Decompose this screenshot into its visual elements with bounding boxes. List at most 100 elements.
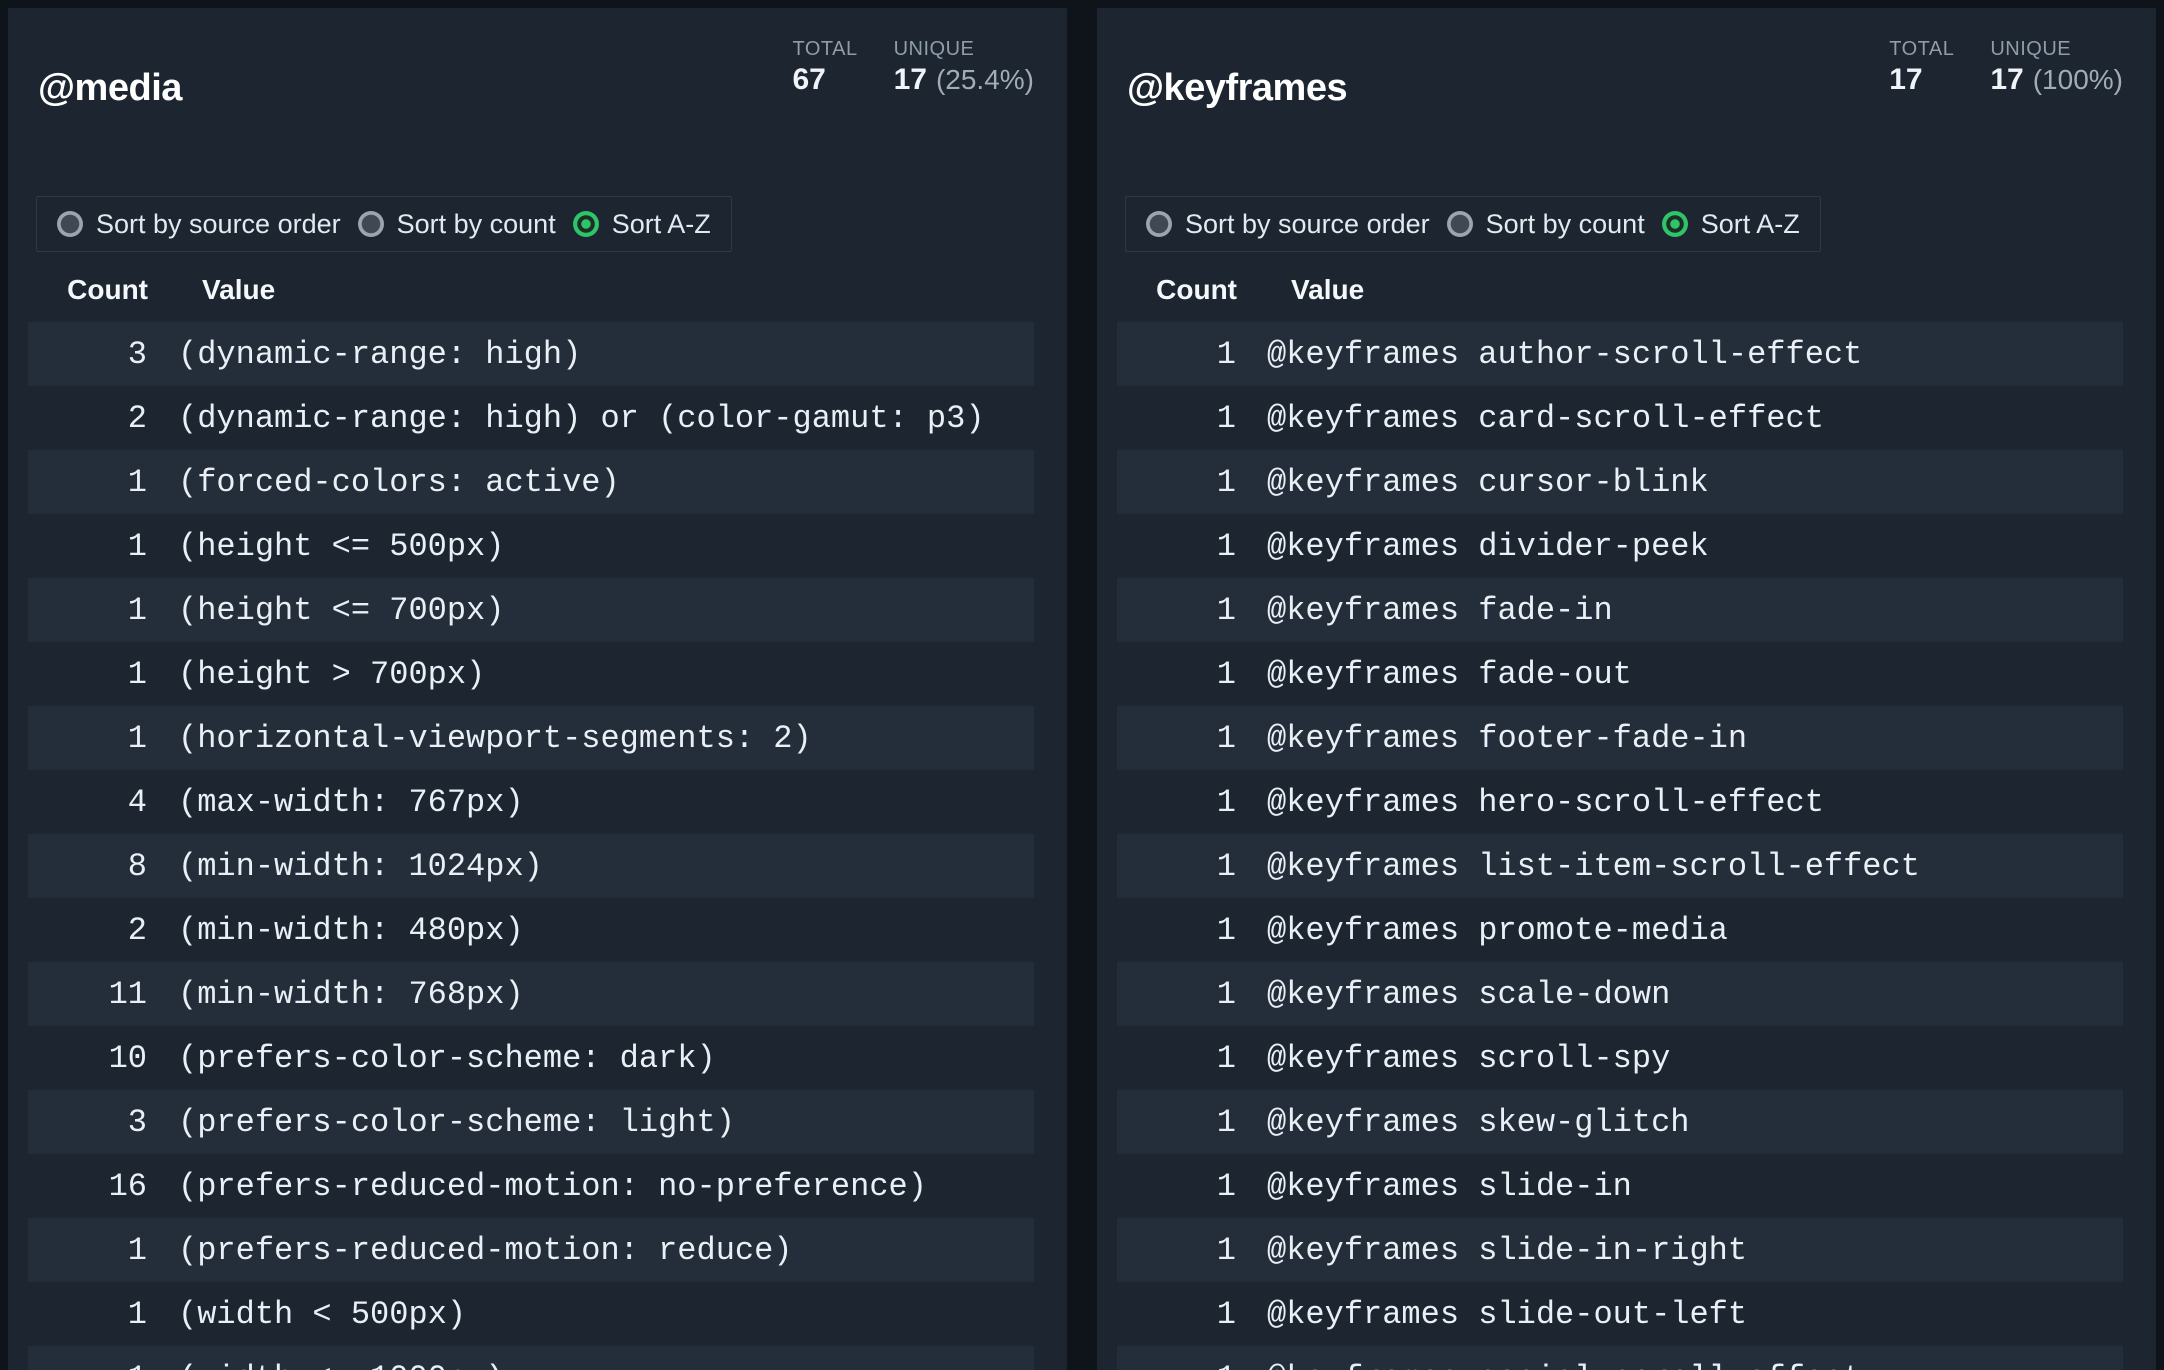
row-value: (min-width: 1024px) — [148, 834, 1034, 898]
row-value: @keyframes divider-peek — [1237, 514, 2123, 578]
row-count: 1 — [28, 450, 148, 514]
sort-option-label: Sort by count — [397, 209, 556, 240]
row-count: 1 — [28, 578, 148, 642]
stat-total-label: TOTAL — [1889, 36, 1954, 62]
row-count: 1 — [1117, 386, 1237, 450]
table-row: 1(width < 500px) — [28, 1282, 1034, 1346]
sort-option-label: Sort by source order — [96, 209, 341, 240]
stat-unique-label: UNIQUE — [894, 36, 1034, 62]
row-count: 10 — [28, 1026, 148, 1090]
table-row: 3(prefers-color-scheme: light) — [28, 1090, 1034, 1154]
row-count: 8 — [28, 834, 148, 898]
row-value: (dynamic-range: high) — [148, 322, 1034, 386]
sort-control: Sort by source order Sort by count Sort … — [1125, 196, 1821, 252]
table-row: 1@keyframes scale-down — [1117, 962, 2123, 1026]
stat-unique-percent: (25.4%) — [936, 62, 1034, 98]
row-value: @keyframes footer-fade-in — [1237, 706, 2123, 770]
table-row: 1@keyframes list-item-scroll-effect — [1117, 834, 2123, 898]
sort-option-source-order[interactable]: Sort by source order — [1146, 209, 1430, 240]
table-row: 1@keyframes author-scroll-effect — [1117, 322, 2123, 386]
sort-option-label: Sort by count — [1486, 209, 1645, 240]
row-count: 1 — [1117, 322, 1237, 386]
row-value: (forced-colors: active) — [148, 450, 1034, 514]
sort-option-count[interactable]: Sort by count — [1447, 209, 1645, 240]
row-count: 1 — [1117, 898, 1237, 962]
sort-control: Sort by source order Sort by count Sort … — [36, 196, 732, 252]
table-row: 1(width <= 1000px) — [28, 1346, 1034, 1370]
table-row: 1(height > 700px) — [28, 642, 1034, 706]
table-row: 16(prefers-reduced-motion: no-preference… — [28, 1154, 1034, 1218]
radio-icon — [358, 211, 384, 237]
row-value: @keyframes promote-media — [1237, 898, 2123, 962]
row-count: 3 — [28, 1090, 148, 1154]
table-row: 1@keyframes slide-out-left — [1117, 1282, 2123, 1346]
table-row: 1@keyframes social-scroll-effect — [1117, 1346, 2123, 1370]
stat-total-value: 67 — [792, 62, 825, 98]
row-count: 1 — [28, 1218, 148, 1282]
row-value: (prefers-reduced-motion: no-preference) — [148, 1154, 1034, 1218]
sort-option-count[interactable]: Sort by count — [358, 209, 556, 240]
panel-media-header: @media TOTAL 67 UNIQUE 17 (25.4%) — [38, 34, 1034, 141]
stat-total: TOTAL 67 — [792, 36, 857, 98]
row-count: 2 — [28, 386, 148, 450]
stat-unique: UNIQUE 17 (25.4%) — [894, 36, 1034, 98]
table-row: 1(height <= 700px) — [28, 578, 1034, 642]
sort-option-az[interactable]: Sort A-Z — [1662, 209, 1800, 240]
row-value: @keyframes social-scroll-effect — [1237, 1346, 2123, 1370]
table-row: 1@keyframes footer-fade-in — [1117, 706, 2123, 770]
table-row: 10(prefers-color-scheme: dark) — [28, 1026, 1034, 1090]
row-value: @keyframes fade-in — [1237, 578, 2123, 642]
row-count: 3 — [28, 322, 148, 386]
sort-option-label: Sort by source order — [1185, 209, 1430, 240]
table-header-row: Count Value — [1117, 268, 2123, 322]
table-row: 1@keyframes skew-glitch — [1117, 1090, 2123, 1154]
row-value: (height > 700px) — [148, 642, 1034, 706]
row-count: 11 — [28, 962, 148, 1026]
row-value: @keyframes slide-out-left — [1237, 1282, 2123, 1346]
sort-option-az[interactable]: Sort A-Z — [573, 209, 711, 240]
count-column-header: Count — [1117, 268, 1237, 322]
row-value: (min-width: 768px) — [148, 962, 1034, 1026]
table-row: 1(horizontal-viewport-segments: 2) — [28, 706, 1034, 770]
page-title: @media — [38, 66, 182, 110]
row-count: 1 — [28, 642, 148, 706]
row-count: 1 — [1117, 1346, 1237, 1370]
panel-keyframes: @keyframes TOTAL 17 UNIQUE 17 (100%) Sor… — [1097, 8, 2156, 1370]
table-row: 1@keyframes divider-peek — [1117, 514, 2123, 578]
table-row: 1@keyframes hero-scroll-effect — [1117, 770, 2123, 834]
row-value: (horizontal-viewport-segments: 2) — [148, 706, 1034, 770]
stat-unique: UNIQUE 17 (100%) — [1990, 36, 2123, 98]
row-count: 1 — [1117, 1282, 1237, 1346]
row-count: 1 — [28, 514, 148, 578]
row-value: @keyframes author-scroll-effect — [1237, 322, 2123, 386]
stat-total: TOTAL 17 — [1889, 36, 1954, 98]
row-count: 1 — [1117, 706, 1237, 770]
table-row: 1(height <= 500px) — [28, 514, 1034, 578]
row-value: @keyframes scroll-spy — [1237, 1026, 2123, 1090]
panel-media: @media TOTAL 67 UNIQUE 17 (25.4%) Sort b… — [8, 8, 1067, 1370]
stat-unique-value: 17 — [1990, 62, 2023, 98]
row-value: @keyframes skew-glitch — [1237, 1090, 2123, 1154]
stat-total-value: 17 — [1889, 62, 1922, 98]
row-count: 1 — [1117, 1218, 1237, 1282]
table-row: 8(min-width: 1024px) — [28, 834, 1034, 898]
row-count: 4 — [28, 770, 148, 834]
sort-option-source-order[interactable]: Sort by source order — [57, 209, 341, 240]
row-value: @keyframes card-scroll-effect — [1237, 386, 2123, 450]
row-count: 1 — [1117, 1026, 1237, 1090]
sort-option-label: Sort A-Z — [1701, 209, 1800, 240]
row-count: 1 — [1117, 1154, 1237, 1218]
stats-block: TOTAL 67 UNIQUE 17 (25.4%) — [792, 36, 1034, 98]
row-value: @keyframes slide-in-right — [1237, 1218, 2123, 1282]
row-value: (prefers-reduced-motion: reduce) — [148, 1218, 1034, 1282]
table-row: 1@keyframes fade-out — [1117, 642, 2123, 706]
row-count: 1 — [1117, 770, 1237, 834]
row-value: (prefers-color-scheme: light) — [148, 1090, 1034, 1154]
row-value: @keyframes slide-in — [1237, 1154, 2123, 1218]
radio-icon — [1146, 211, 1172, 237]
row-count: 1 — [1117, 1090, 1237, 1154]
row-count: 1 — [1117, 642, 1237, 706]
value-column-header: Value — [148, 268, 1034, 322]
stat-unique-label: UNIQUE — [1990, 36, 2123, 62]
value-column-header: Value — [1237, 268, 2123, 322]
